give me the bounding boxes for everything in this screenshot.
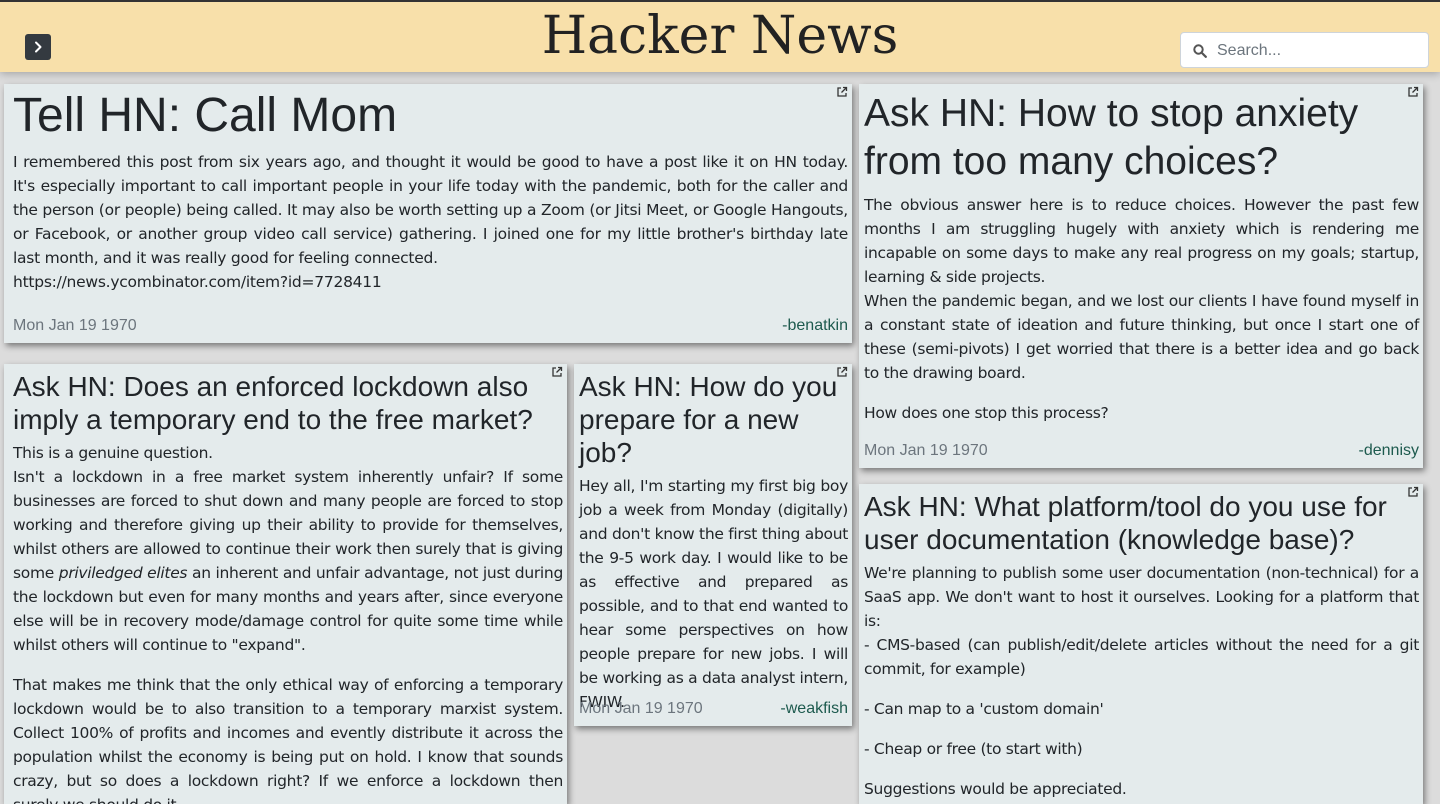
story-title[interactable]: Ask HN: What platform/tool do you use fo…	[864, 490, 1419, 556]
external-link-icon[interactable]	[836, 86, 848, 98]
story-paragraph: This is a genuine question.	[13, 444, 213, 462]
external-link-icon[interactable]	[551, 366, 563, 378]
story-title[interactable]: Tell HN: Call Mom	[13, 88, 848, 144]
story-card: Ask HN: How do you prepare for a new job…	[574, 364, 852, 726]
story-paragraph: - Cheap or free (to start with)	[864, 740, 1083, 758]
story-paragraph: Isn't a lockdown in a free market system…	[13, 465, 563, 657]
story-title[interactable]: Ask HN: How to stop anxiety from too man…	[864, 90, 1419, 186]
story-card: Ask HN: Does an enforced lockdown also i…	[4, 364, 567, 804]
story-card: Tell HN: Call Mom I remembered this post…	[4, 84, 852, 343]
story-meta: Mon Jan 19 1970 -weakfish	[579, 700, 848, 720]
story-paragraph: How does one stop this process?	[864, 404, 1109, 422]
story-date: Mon Jan 19 1970	[864, 442, 988, 459]
story-body: This is a genuine question. Isn't a lock…	[13, 441, 563, 804]
search-icon	[1193, 44, 1207, 58]
story-body: Hey all, I'm starting my first big boy j…	[579, 474, 848, 714]
story-paragraph: When the pandemic began, and we lost our…	[864, 292, 1419, 382]
story-meta: Mon Jan 19 1970 -dennisy	[864, 442, 1419, 462]
story-date: Mon Jan 19 1970	[13, 317, 137, 334]
story-body: I remembered this post from six years ag…	[13, 150, 848, 294]
story-card: Ask HN: What platform/tool do you use fo…	[859, 484, 1423, 804]
story-author[interactable]: -benatkin	[782, 317, 848, 335]
search-input[interactable]	[1215, 33, 1424, 69]
external-link-icon[interactable]	[836, 366, 848, 378]
story-card: Ask HN: How to stop anxiety from too man…	[859, 84, 1423, 468]
story-paragraph: Hey all, I'm starting my first big boy j…	[579, 477, 848, 711]
story-paragraph: - CMS-based (can publish/edit/delete art…	[864, 636, 1419, 678]
story-body: The obvious answer here is to reduce cho…	[864, 193, 1419, 425]
story-author[interactable]: -dennisy	[1359, 442, 1419, 460]
story-author[interactable]: -weakfish	[780, 700, 848, 718]
story-paragraph: I remembered this post from six years ag…	[13, 153, 848, 267]
story-paragraph: We're planning to publish some user docu…	[864, 564, 1419, 630]
story-paragraph: That makes me think that the only ethica…	[13, 676, 563, 804]
story-title[interactable]: Ask HN: Does an enforced lockdown also i…	[13, 370, 563, 436]
story-paragraph: The obvious answer here is to reduce cho…	[864, 196, 1419, 286]
search-box[interactable]	[1180, 32, 1429, 69]
story-body: We're planning to publish some user docu…	[864, 561, 1419, 801]
story-link-text: https://news.ycombinator.com/item?id=772…	[13, 273, 382, 291]
header-bar: Hacker News	[0, 0, 1440, 72]
story-paragraph: Suggestions would be appreciated.	[864, 780, 1127, 798]
story-paragraph: - Can map to a 'custom domain'	[864, 700, 1104, 718]
story-meta: Mon Jan 19 1970 -benatkin	[13, 317, 848, 337]
story-date: Mon Jan 19 1970	[579, 700, 703, 717]
story-emphasis: priviledged elites	[58, 564, 188, 582]
external-link-icon[interactable]	[1407, 86, 1419, 98]
story-title[interactable]: Ask HN: How do you prepare for a new job…	[579, 370, 848, 469]
external-link-icon[interactable]	[1407, 486, 1419, 498]
